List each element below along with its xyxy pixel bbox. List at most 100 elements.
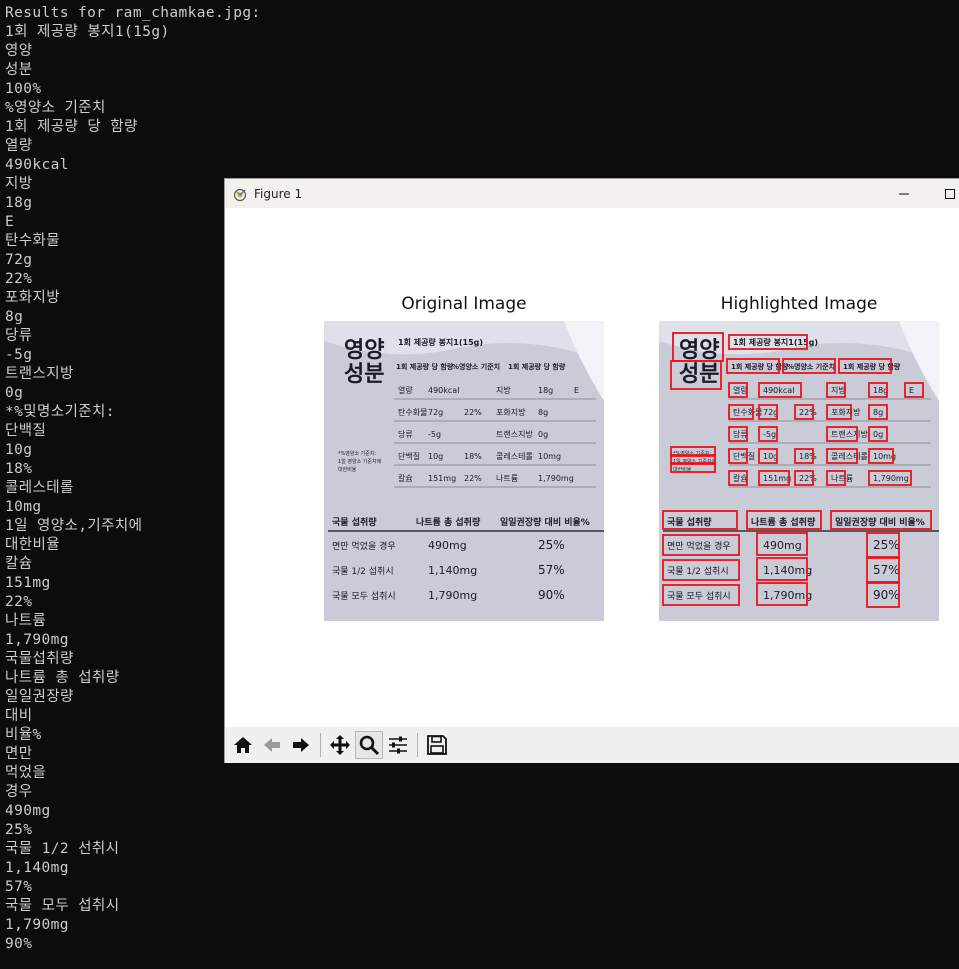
nutrient-cell-text: 열량 xyxy=(733,385,748,395)
nutrient-cell-text: 탄수화물 xyxy=(733,407,762,417)
nutrient-cell-text: 22% xyxy=(464,474,482,483)
nutrient-cell-text: 나트륨 xyxy=(831,474,853,483)
zoom-icon xyxy=(359,735,380,756)
sodium-cell-text: 57% xyxy=(538,563,565,577)
window-titlebar[interactable]: Figure 1 xyxy=(225,179,959,208)
terminal-line: 먹었을 xyxy=(5,765,47,781)
headline-text: 영양 xyxy=(679,338,719,363)
side-note-text: 대한비율 xyxy=(338,466,357,473)
configure-subplots-icon xyxy=(389,736,407,754)
nutrient-cell-text: 나트륨 xyxy=(496,474,518,483)
sodium-header-text: 일일권장량 대비 비율% xyxy=(835,516,925,528)
nutrient-cell-text: 18% xyxy=(799,452,817,461)
nutrient-cell-text: 18g xyxy=(873,386,888,395)
nutrient-cell-text: 콜레스테롤 xyxy=(831,452,868,461)
nutrient-cell-text: 10g xyxy=(763,452,778,461)
nutrient-cell-text: 단백질 xyxy=(733,451,755,461)
nutrient-cell-text: 포화지방 xyxy=(496,407,526,417)
back-button[interactable] xyxy=(258,731,286,759)
zoom-button[interactable] xyxy=(355,731,383,759)
sodium-cell-text: 57% xyxy=(873,563,900,577)
sodium-header-text: 나트륨 총 섭취량 xyxy=(751,516,816,528)
home-icon xyxy=(234,737,252,753)
terminal-line: 성분 xyxy=(5,62,33,78)
terminal-line: 영양 xyxy=(5,43,33,59)
nutrient-cell-text: 콜레스테롤 xyxy=(496,452,533,461)
original-image: 영양성분1회 제공량 봉지1(15g)1회 제공량 당 함량%영양소 기준치 1회… xyxy=(324,321,604,621)
sodium-header-text: 나트륨 총 섭취량 xyxy=(416,516,481,528)
maximize-icon xyxy=(945,188,955,199)
nutrient-cell-text: 탄수화물 xyxy=(398,407,427,417)
nutrient-cell-text: 151mg xyxy=(428,474,456,483)
sodium-cell-text: 490mg xyxy=(763,539,802,552)
nutrient-cell-text: 열량 xyxy=(398,385,413,395)
plot-canvas[interactable]: Original Image Highlighted Image 영양 성분 1회 … xyxy=(225,208,959,727)
nutrient-cell-text: 490kcal xyxy=(428,386,459,395)
terminal-line: 1,790mg xyxy=(5,917,69,933)
headline-text: 성분 xyxy=(679,362,719,387)
configure-subplots-button[interactable] xyxy=(384,731,412,759)
side-note-text: 1일 영양소 기준치에 xyxy=(338,458,382,465)
home-button[interactable] xyxy=(229,731,257,759)
nutrient-cell-text: 22% xyxy=(799,408,817,417)
terminal-line: 90% xyxy=(5,936,33,952)
navigation-toolbar xyxy=(225,727,959,763)
minimize-icon xyxy=(899,193,909,194)
terminal-line: 490kcal xyxy=(5,157,69,173)
maximize-button[interactable] xyxy=(927,179,959,208)
terminal-line: 100% xyxy=(5,81,42,97)
nutrient-cell-text: 18% xyxy=(464,452,482,461)
sodium-cell-text: 1,140mg xyxy=(763,564,812,577)
nutrient-cell-text: 칼슘 xyxy=(398,474,413,483)
sodium-cell-text: 490mg xyxy=(428,539,467,552)
figure-app-icon xyxy=(232,186,248,202)
column-header-text: 1회 제공량 당 함량 xyxy=(508,362,566,371)
nutrient-cell-text: E xyxy=(909,386,914,395)
forward-button[interactable] xyxy=(287,731,315,759)
terminal-line: %영양소 기준치 xyxy=(5,100,106,116)
highlighted-image: 영양성분1회 제공량 봉지1(15g)1회 제공량 당 함량%영양소 기준치 1회… xyxy=(659,321,939,621)
save-button[interactable] xyxy=(423,731,451,759)
nutrient-cell-text: 490kcal xyxy=(763,386,794,395)
column-header-text: %영양소 기준치 xyxy=(452,362,500,371)
terminal-line: 국물 모두 섭취시 xyxy=(5,898,120,914)
serving-size-text: 1회 제공량 봉지1(15g) xyxy=(398,337,483,347)
nutrient-cell-text: -5g xyxy=(763,430,776,439)
nutrient-cell-text: E xyxy=(574,386,579,395)
nutrient-cell-text: 151mg xyxy=(763,474,791,483)
toolbar-separator xyxy=(320,733,321,757)
nutrient-cell-text: 18g xyxy=(538,386,553,395)
column-header-text: 1회 제공량 당 함량 xyxy=(843,362,901,371)
column-header-text: %영양소 기준치 xyxy=(787,362,835,371)
headline-text: 성분 xyxy=(344,362,384,387)
sodium-cell-text: 국물 1/2 섭취시 xyxy=(332,566,394,577)
original-image-title: Original Image xyxy=(401,294,527,314)
nutrient-cell-text: 72g xyxy=(428,408,443,417)
nutrient-cell-text: 10g xyxy=(428,452,443,461)
terminal-line: 1,140mg xyxy=(5,860,69,876)
minimize-button[interactable] xyxy=(881,179,927,208)
terminal-line: 57% xyxy=(5,879,33,895)
matplotlib-figure-window[interactable]: Figure 1 Original Image Highlighted Imag… xyxy=(224,178,959,763)
terminal-line: Results for ram_chamkae.jpg: xyxy=(5,5,261,21)
sodium-header-text: 국물 섭취량 xyxy=(667,516,712,528)
pan-icon xyxy=(330,735,350,755)
nutrient-cell-text: 트랜스지방 xyxy=(496,429,533,439)
terminal-line: 국물 1/2 선취시 xyxy=(5,841,120,857)
nutrient-cell-text: 포화지방 xyxy=(831,407,861,417)
sodium-cell-text: 면만 먹었을 경우 xyxy=(667,540,731,552)
nutrient-cell-text: -5g xyxy=(428,430,441,439)
nutrient-cell-text: 22% xyxy=(464,408,482,417)
pan-button[interactable] xyxy=(326,731,354,759)
side-note-text: *%영양소 기준치: xyxy=(338,450,376,457)
nutrient-cell-text: 0g xyxy=(538,430,548,439)
sodium-cell-text: 1,790mg xyxy=(763,589,812,602)
terminal-line: 경우 xyxy=(5,784,33,800)
sodium-header-text: 국물 섭취량 xyxy=(332,516,377,528)
nutrient-cell-text: 지방 xyxy=(496,385,511,395)
window-title: Figure 1 xyxy=(254,186,303,201)
column-header-text: 1회 제공량 당 함량 xyxy=(396,362,454,371)
serving-size-text: 1회 제공량 봉지1(15g) xyxy=(733,337,818,347)
back-icon xyxy=(264,738,280,752)
nutrient-cell-text: 지방 xyxy=(831,385,846,395)
